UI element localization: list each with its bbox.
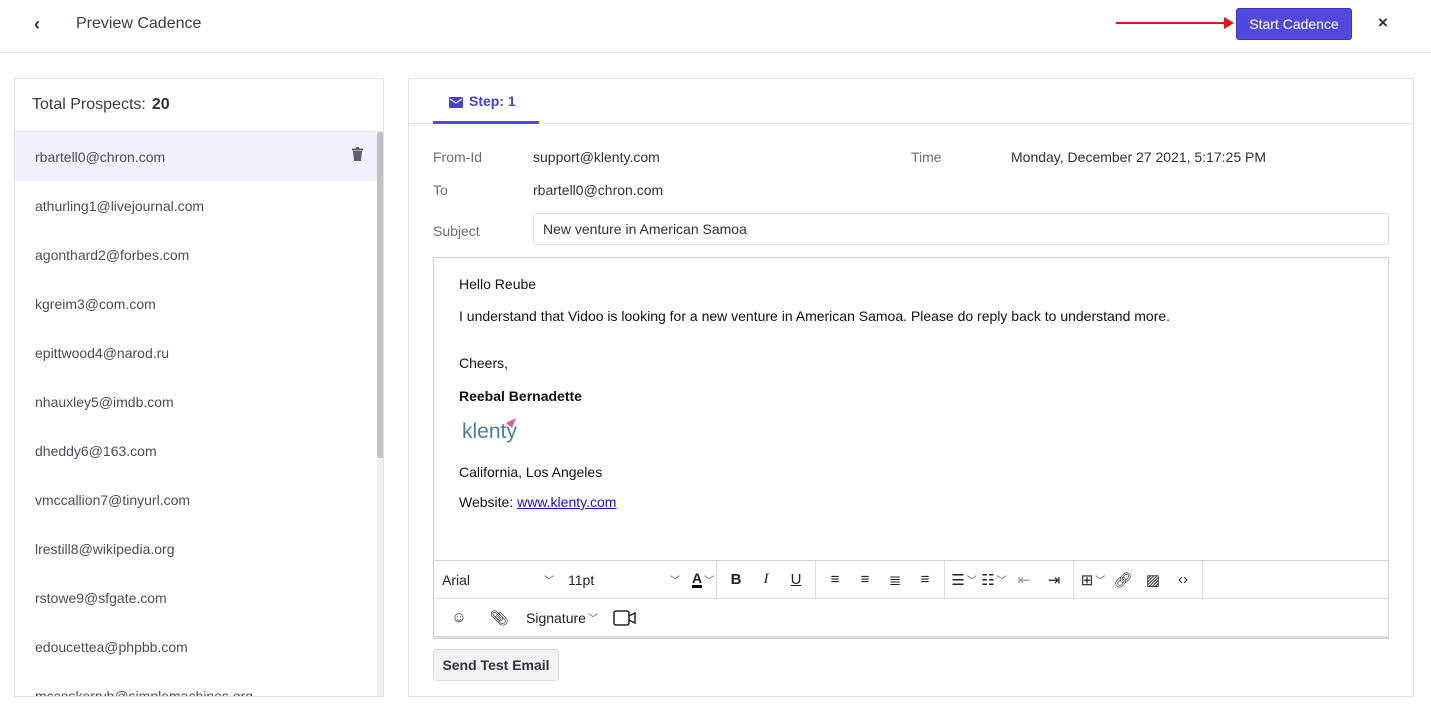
prospect-item[interactable]: vmccallion7@tinyurl.com [15,475,377,524]
prospect-item[interactable]: nhauxley5@imdb.com [15,377,377,426]
editor-toolbar: Arial ﹀ 11pt ﹀ A ﹀ B I U ≡ ≡ ≣ ≡ ☰ ﹀ ☷ ﹀ ⇤ ⇥ [434,560,1388,599]
prospect-item[interactable]: dheddy6@163.com [15,426,377,475]
signature-select[interactable]: Signature ﹀ [526,604,598,632]
table-icon[interactable]: ⊞ ﹀ [1080,566,1106,594]
align-justify-icon[interactable]: ≣ [882,566,908,594]
start-cadence-button[interactable]: Start Cadence [1236,8,1352,40]
klenty-logo: klenty [462,418,517,443]
subject-label: Subject [433,223,480,239]
trash-icon[interactable] [352,147,363,161]
location: California, Los Angeles [459,464,603,480]
subject-input[interactable] [533,213,1389,245]
prospect-item[interactable]: epittwood4@narod.ru [15,328,377,377]
prospect-email: athurling1@livejournal.com [35,198,205,214]
prospect-item[interactable]: lrestill8@wikipedia.org [15,524,377,573]
prospects-panel: Total Prospects: 20 rbartell0@chron.com at… [14,78,384,697]
tab-step-1[interactable]: Step: 1 [433,79,539,124]
to-label: To [433,182,448,198]
underline-icon[interactable]: U [783,566,809,594]
align-center-icon[interactable]: ≡ [852,566,878,594]
prospect-email: lrestill8@wikipedia.org [35,541,175,557]
scrollbar-thumb[interactable] [377,132,383,458]
step-tabs: Step: 1 [409,79,1413,124]
page-title: Preview Cadence [76,15,202,32]
greeting: Hello Reube [459,276,537,292]
annotation-arrow-icon [1116,17,1234,29]
font-size-select[interactable]: 11pt ﹀ [566,566,686,594]
total-prospects-label: Total Prospects: [32,96,146,113]
back-icon[interactable]: ‹ [34,14,40,35]
prospect-item[interactable]: rstowe9@sfgate.com [15,573,377,622]
website-label: Website: [459,494,514,510]
link-icon[interactable]: 🔗︎ [1110,566,1136,594]
closing: Cheers, [459,355,509,371]
to-value: rbartell0@chron.com [533,182,664,198]
indent-icon[interactable]: ⇥ [1041,566,1067,594]
time-value: Monday, December 27 2021, 5:17:25 PM [1011,149,1267,165]
prospect-email: dheddy6@163.com [35,443,157,459]
align-left-icon[interactable]: ≡ [822,566,848,594]
total-prospects-count: 20 [151,96,170,113]
prospects-header: Total Prospects: 20 [15,79,383,132]
prospect-item[interactable]: athurling1@livejournal.com [15,181,377,230]
top-bar: ‹ Preview Cadence Start Cadence × [0,0,1431,53]
prospect-item[interactable]: agonthard2@forbes.com [15,230,377,279]
align-right-icon[interactable]: ≡ [912,566,938,594]
website-link[interactable]: www.klenty.com [517,494,616,510]
prospect-list: rbartell0@chron.com athurling1@livejourna… [15,132,383,697]
time-label: Time [911,149,942,165]
code-icon[interactable]: ‹› [1170,566,1196,594]
envelope-icon [449,97,463,108]
prospect-email: rstowe9@sfgate.com [35,590,167,606]
prospect-email: agonthard2@forbes.com [35,247,190,263]
prospect-item[interactable]: kgreim3@com.com [15,279,377,328]
prospect-item[interactable]: mccoskerryb@simplemachines.org [15,671,377,697]
image-icon[interactable]: ▨ [1140,566,1166,594]
prospect-email: epittwood4@narod.ru [35,345,170,361]
tab-label: Step: 1 [469,93,516,109]
prospect-email: rbartell0@chron.com [35,149,166,165]
prospect-email: kgreim3@com.com [35,296,156,312]
prospect-item[interactable]: rbartell0@chron.com [15,132,377,181]
prospect-email: nhauxley5@imdb.com [35,394,174,410]
video-icon[interactable] [612,604,638,632]
prospect-email: vmccallion7@tinyurl.com [35,492,191,508]
scrollbar[interactable] [377,132,383,696]
prospect-item[interactable]: edoucettea@phpbb.com [15,622,377,671]
attachment-icon[interactable]: 📎︎ [486,604,512,632]
italic-icon[interactable]: I [753,566,779,594]
bullet-list-icon[interactable]: ☰ ﹀ [951,566,977,594]
editor-toolbar-secondary: ☺ 📎︎ Signature ﹀ [434,599,1388,638]
email-editor[interactable]: Hello Reube I understand that Vidoo is l… [433,257,1389,639]
emoji-icon[interactable]: ☺ [446,604,472,632]
text-color-icon[interactable]: A ﹀ [690,566,716,594]
send-test-email-button[interactable]: Send Test Email [433,649,559,681]
bold-icon[interactable]: B [723,566,749,594]
email-preview-panel: Step: 1 From-Id support@klenty.com Time … [408,78,1414,697]
prospect-email: mccoskerryb@simplemachines.org [35,688,254,697]
prospect-email: edoucettea@phpbb.com [35,639,188,655]
sender-name: Reebal Bernadette [459,388,582,404]
from-label: From-Id [433,149,482,165]
outdent-icon[interactable]: ⇤ [1011,566,1037,594]
close-icon[interactable]: × [1378,13,1388,33]
body-line: I understand that Vidoo is looking for a… [459,308,1171,324]
numbered-list-icon[interactable]: ☷ ﹀ [981,566,1007,594]
font-family-select[interactable]: Arial ﹀ [434,566,562,594]
from-value: support@klenty.com [533,149,660,165]
